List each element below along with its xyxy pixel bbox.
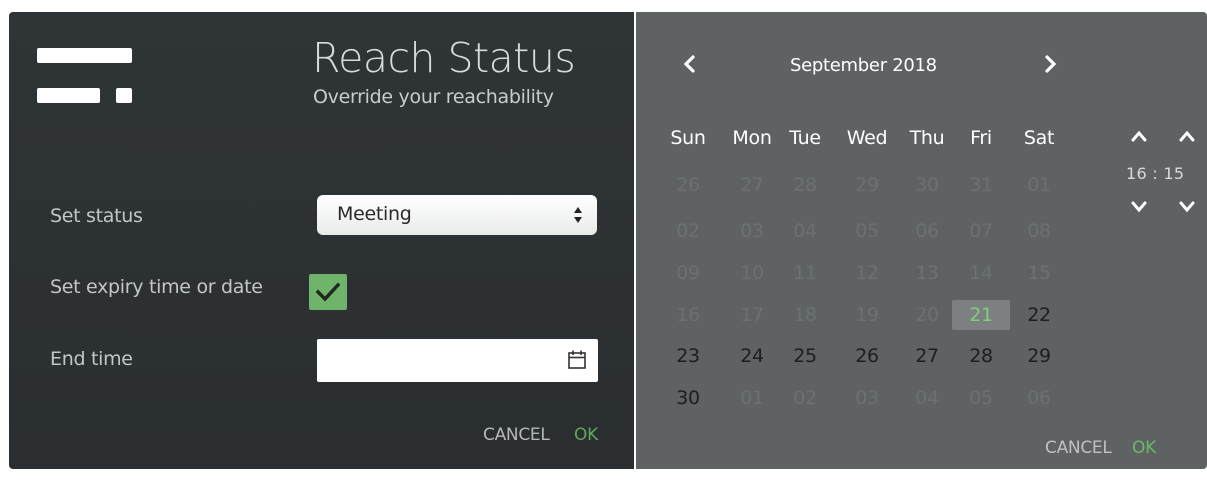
calendar-day[interactable]: 24 bbox=[722, 341, 782, 371]
calendar-day: 12 bbox=[855, 262, 879, 284]
page-title: Reach Status bbox=[312, 34, 576, 82]
time-display: 16 : 15 bbox=[1126, 164, 1184, 183]
chevron-up-icon[interactable] bbox=[1131, 130, 1147, 142]
calendar-day[interactable]: 28 bbox=[951, 341, 1011, 371]
calendar-day[interactable]: 26 bbox=[837, 341, 897, 371]
chevron-right-icon[interactable] bbox=[1040, 53, 1060, 75]
calendar-day: 29 bbox=[855, 174, 879, 196]
calendar-day: 13 bbox=[915, 262, 939, 284]
end-time-label: End time bbox=[50, 348, 133, 370]
calendar-day: 05 bbox=[969, 387, 993, 409]
calendar-day-selected[interactable]: 21 bbox=[952, 300, 1010, 330]
weekday-label: Thu bbox=[909, 127, 945, 149]
calendar-day: 07 bbox=[969, 220, 993, 242]
logo-bar bbox=[116, 88, 132, 103]
calendar-day[interactable]: 25 bbox=[775, 341, 835, 371]
chevron-down-icon[interactable] bbox=[1131, 201, 1147, 213]
weekday-label: Fri bbox=[970, 127, 992, 149]
date-picker-panel: September 2018 Sun Mon Tue Wed Thu Fri Sat 26 2… bbox=[636, 12, 1207, 469]
calendar-day[interactable]: 23 bbox=[658, 341, 718, 371]
calendar-day: 02 bbox=[793, 387, 817, 409]
chevron-down-icon[interactable] bbox=[1179, 201, 1195, 213]
ok-button[interactable]: OK bbox=[574, 425, 598, 445]
calendar-day: 17 bbox=[740, 304, 764, 326]
picker-ok-button[interactable]: OK bbox=[1132, 438, 1156, 458]
status-select-value: Meeting bbox=[337, 203, 412, 225]
calendar-day[interactable]: 30 bbox=[658, 383, 718, 413]
calendar-day: 10 bbox=[740, 262, 764, 284]
expiry-label: Set expiry time or date bbox=[50, 276, 263, 298]
calendar-day: 03 bbox=[740, 220, 764, 242]
calendar-day: 16 bbox=[676, 304, 700, 326]
calendar-day: 04 bbox=[915, 387, 939, 409]
picker-cancel-button[interactable]: CANCEL bbox=[1045, 438, 1112, 458]
calendar-day: 01 bbox=[1027, 174, 1051, 196]
weekday-label: Sun bbox=[670, 127, 706, 149]
page-subtitle: Override your reachability bbox=[313, 86, 554, 108]
calendar-day[interactable]: 27 bbox=[897, 341, 957, 371]
calendar-day: 11 bbox=[793, 262, 817, 284]
reach-logo-icon bbox=[37, 48, 132, 103]
calendar-day: 26 bbox=[676, 174, 700, 196]
calendar-day[interactable]: 22 bbox=[1009, 300, 1069, 330]
calendar-day: 04 bbox=[793, 220, 817, 242]
calendar-day: 28 bbox=[793, 174, 817, 196]
logo-bar bbox=[37, 88, 100, 103]
minute-value[interactable]: 15 bbox=[1163, 164, 1184, 183]
calendar-icon[interactable] bbox=[568, 350, 586, 369]
weekday-label: Wed bbox=[846, 127, 888, 149]
calendar-day: 31 bbox=[969, 174, 993, 196]
calendar-day: 30 bbox=[915, 174, 939, 196]
calendar-day: 27 bbox=[740, 174, 764, 196]
status-select[interactable]: Meeting bbox=[317, 195, 597, 235]
weekday-label: Mon bbox=[732, 127, 772, 149]
calendar-day: 06 bbox=[915, 220, 939, 242]
logo-bar bbox=[37, 48, 132, 63]
calendar-day: 09 bbox=[676, 262, 700, 284]
cancel-button[interactable]: CANCEL bbox=[483, 425, 550, 445]
end-time-input[interactable] bbox=[317, 339, 598, 382]
calendar-day: 05 bbox=[855, 220, 879, 242]
calendar-day: 01 bbox=[740, 387, 764, 409]
weekday-label: Sat bbox=[1023, 127, 1055, 149]
calendar-day[interactable]: 29 bbox=[1009, 341, 1069, 371]
calendar-day: 03 bbox=[855, 387, 879, 409]
chevron-up-icon[interactable] bbox=[1179, 130, 1195, 142]
time-separator: : bbox=[1152, 164, 1159, 183]
sort-arrows-icon bbox=[574, 207, 582, 223]
expiry-checkbox[interactable] bbox=[309, 274, 347, 310]
calendar-day: 15 bbox=[1027, 262, 1051, 284]
calendar-day: 18 bbox=[793, 304, 817, 326]
weekday-label: Tue bbox=[789, 127, 821, 149]
check-icon bbox=[316, 282, 340, 302]
calendar-day: 06 bbox=[1027, 387, 1051, 409]
status-label: Set status bbox=[50, 205, 143, 227]
chevron-left-icon[interactable] bbox=[680, 53, 700, 75]
calendar-day: 20 bbox=[915, 304, 939, 326]
hour-value[interactable]: 16 bbox=[1126, 164, 1147, 183]
calendar-day: 19 bbox=[855, 304, 879, 326]
calendar-day: 08 bbox=[1027, 220, 1051, 242]
calendar-day: 14 bbox=[969, 262, 993, 284]
month-label[interactable]: September 2018 bbox=[790, 55, 937, 76]
calendar-day: 02 bbox=[676, 220, 700, 242]
reach-status-panel: Reach Status Override your reachability … bbox=[9, 12, 634, 469]
